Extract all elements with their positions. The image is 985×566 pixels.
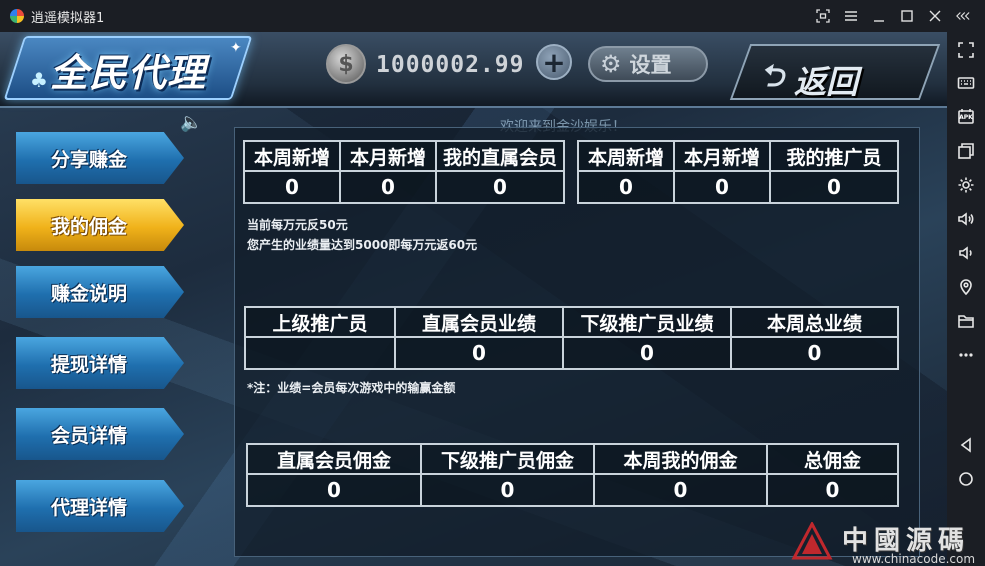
speaker-icon: 🔈 xyxy=(180,112,203,133)
rate-note-line1: 当前每万元反50元 xyxy=(247,218,348,232)
table-cell: 0 xyxy=(769,170,899,204)
table-cell: 0 xyxy=(766,473,899,507)
members-stats-table: 本周新增 本月新增 我的直属会员 0 0 0 xyxy=(243,140,565,204)
maximize-icon[interactable] xyxy=(893,2,921,30)
menu-item-share-earn[interactable]: 分享赚金 xyxy=(16,132,184,184)
menu-item-my-commission[interactable]: 我的佣金 xyxy=(16,199,184,251)
promoters-stats-table: 本周新增 本月新增 我的推广员 0 0 0 xyxy=(577,140,899,204)
table-header: 下级推广员佣金 xyxy=(420,443,595,475)
location-icon[interactable] xyxy=(954,275,978,299)
gear-icon: ⚙ xyxy=(600,50,622,78)
table-cell: 0 xyxy=(394,336,564,370)
coin-icon: $ xyxy=(326,44,366,84)
emulator-title-bar: 逍遥模拟器1 xyxy=(0,0,985,32)
rate-note-line2: 您产生的业绩量达到5000即每万元返60元 xyxy=(247,238,478,252)
table-header: 本月新增 xyxy=(673,140,771,172)
shrink-icon[interactable] xyxy=(809,2,837,30)
clover-icon: ♣ xyxy=(30,68,48,92)
table-cell: 0 xyxy=(435,170,565,204)
table-header: 上级推广员 xyxy=(244,306,396,338)
table-cell: 0 xyxy=(246,473,422,507)
commission-table: 直属会员佣金 下级推广员佣金 本周我的佣金 总佣金 0 0 0 0 xyxy=(246,443,899,507)
table-header: 直属会员佣金 xyxy=(246,443,422,475)
collapse-icon[interactable] xyxy=(949,2,977,30)
sparkle-icon: ✦ xyxy=(230,40,242,56)
coin-balance: $ 1000002.99 xyxy=(320,42,550,86)
table-cell xyxy=(244,336,396,370)
menu-icon[interactable] xyxy=(837,2,865,30)
emulator-sidebar: APK xyxy=(947,32,985,566)
menu-item-label: 提现详情 xyxy=(50,353,127,376)
table-cell: 0 xyxy=(673,170,771,204)
fullscreen-icon[interactable] xyxy=(954,38,978,62)
table-header: 下级推广员业绩 xyxy=(562,306,732,338)
apk-install-icon[interactable]: APK xyxy=(954,105,978,129)
game-top-bar: ♣ 全民代理 ✦ $ 1000002.99 + ⚙ 设置 ⮌ 返回 xyxy=(0,32,947,108)
watermark: 中國源碼 www.chinacode.com xyxy=(790,520,980,566)
volume-down-icon[interactable] xyxy=(954,241,978,265)
back-button[interactable]: ⮌ 返回 xyxy=(760,54,858,105)
more-icon[interactable] xyxy=(954,343,978,367)
window-controls xyxy=(809,0,977,32)
folder-icon[interactable] xyxy=(954,309,978,333)
table-header: 总佣金 xyxy=(766,443,899,475)
table-cell: 0 xyxy=(577,170,675,204)
table-cell: 0 xyxy=(339,170,437,204)
settings-button[interactable]: ⚙ 设置 xyxy=(588,46,708,82)
performance-table: 上级推广员 直属会员业绩 下级推广员业绩 本周总业绩 0 0 0 xyxy=(244,306,899,370)
watermark-url: www.chinacode.com xyxy=(852,552,976,566)
close-icon[interactable] xyxy=(921,2,949,30)
menu-item-label: 分享赚金 xyxy=(50,148,127,171)
settings-button-label: 设置 xyxy=(629,53,672,77)
table-header: 本周新增 xyxy=(243,140,341,172)
multi-window-icon[interactable] xyxy=(954,139,978,163)
page-title: 全民代理 xyxy=(50,51,207,95)
keyboard-icon[interactable] xyxy=(954,71,978,95)
volume-up-icon[interactable] xyxy=(954,207,978,231)
menu-item-label: 我的佣金 xyxy=(50,215,127,238)
table-cell: 0 xyxy=(243,170,341,204)
menu-item-earn-instructions[interactable]: 赚金说明 xyxy=(16,266,184,318)
settings-icon[interactable] xyxy=(954,173,978,197)
menu-item-withdraw-details[interactable]: 提现详情 xyxy=(16,337,184,389)
table-cell: 0 xyxy=(593,473,768,507)
table-header: 本周我的佣金 xyxy=(593,443,768,475)
back-icon[interactable] xyxy=(954,433,978,457)
menu-item-label: 赚金说明 xyxy=(50,282,127,305)
minimize-icon[interactable] xyxy=(865,2,893,30)
table-header: 本周总业绩 xyxy=(730,306,899,338)
table-cell: 0 xyxy=(730,336,899,370)
add-coins-button[interactable]: + xyxy=(536,44,572,80)
coin-balance-value: 1000002.99 xyxy=(376,52,525,78)
table-header: 我的推广员 xyxy=(769,140,899,172)
home-icon[interactable] xyxy=(954,467,978,491)
menu-item-label: 会员详情 xyxy=(50,424,127,447)
watermark-logo-icon xyxy=(791,522,833,560)
game-viewport: ♣ 全民代理 ✦ $ 1000002.99 + ⚙ 设置 ⮌ 返回 🔈 欢迎来到… xyxy=(0,32,947,566)
menu-item-label: 代理详情 xyxy=(50,496,127,519)
menu-item-member-details[interactable]: 会员详情 xyxy=(16,408,184,460)
window-title: 逍遥模拟器1 xyxy=(31,10,105,26)
table-header: 直属会员业绩 xyxy=(394,306,564,338)
table-cell: 0 xyxy=(562,336,732,370)
app-logo-icon xyxy=(10,9,24,23)
table-cell: 0 xyxy=(420,473,595,507)
back-button-label: 返回 xyxy=(794,62,859,101)
table-header: 本周新增 xyxy=(577,140,675,172)
table-header: 本月新增 xyxy=(339,140,437,172)
apk-label: APK xyxy=(959,114,973,121)
performance-note: *注：业绩=会员每次游戏中的输赢金额 xyxy=(247,381,456,395)
table-header: 我的直属会员 xyxy=(435,140,565,172)
menu-item-agent-details[interactable]: 代理详情 xyxy=(16,480,184,532)
back-arrow-icon: ⮌ xyxy=(760,59,785,94)
